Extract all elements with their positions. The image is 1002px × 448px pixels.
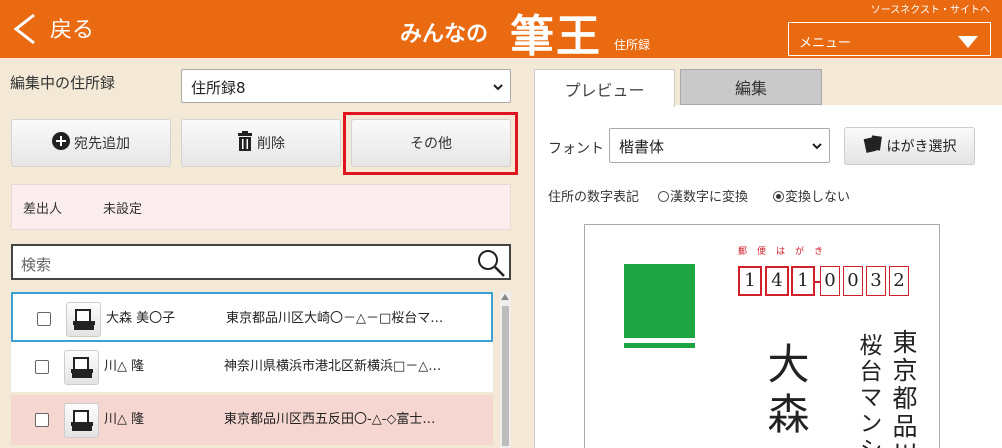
zip-digit: 1 [791,266,815,296]
sourcenext-site-link[interactable]: ソースネクスト・サイトへ [871,1,990,16]
row-action-button[interactable] [64,403,99,438]
numeral-format-label: 住所の数字表記 [548,190,640,205]
zip-digit: 0 [843,266,863,296]
postcard-header-label: 郵便はがき [738,247,834,257]
address-line-1: 東京都品川 [889,329,918,448]
address-book-label: 編集中の住所録 [10,74,116,92]
add-recipient-label: 宛先追加 [74,136,130,152]
menu-dropdown[interactable]: メニュー [788,22,991,56]
address-book-select[interactable]: 住所録8 [181,69,511,103]
delete-label: 削除 [257,136,285,152]
stamp-underline [624,343,695,348]
radio-kanji-dot [658,191,669,202]
contact-address: 東京都品川区大崎〇－△－□桜台マ… [226,311,444,326]
contact-name: 大森 美〇子 [106,311,176,326]
logo-main: 筆王 [510,11,602,62]
radio-no-convert-label: 変換しない [785,190,851,205]
zip-digit: 1 [738,266,762,296]
postcard-preview: 郵便はがき 1 4 1 0 0 3 2 東京都品川 桜台マンシ 大森 [584,224,940,448]
address-book-value: 住所録8 [191,79,246,97]
zip-digit: 3 [866,266,886,296]
row-checkbox[interactable] [35,360,49,374]
address-line-2: 桜台マンシ [855,333,881,448]
plus-circle-icon [52,132,70,154]
sender-panel[interactable]: 差出人 未設定 [11,184,511,230]
address-card-icon [71,410,93,431]
row-action-button[interactable] [64,350,99,385]
scroll-thumb[interactable] [502,306,509,446]
highlight-box [343,112,518,175]
contact-address: 神奈川県横浜市港北区新横浜□－△… [224,359,442,374]
table-row[interactable]: 川△ 隆 神奈川県横浜市港北区新横浜□－△… [11,342,493,392]
tab-preview[interactable]: プレビュー [534,69,675,107]
address-card-icon [73,309,95,330]
recipient-name: 大森 [761,342,810,442]
table-row[interactable]: 川△ 隆 東京都品川区西五反田〇-△-◇富士… [11,395,493,445]
back-chevron-icon[interactable] [10,12,40,50]
radio-no-convert[interactable]: 変換しない [773,186,850,205]
radio-kanji[interactable]: 漢数字に変換 [658,186,748,205]
font-value: 楷書体 [619,138,665,156]
table-row[interactable]: 大森 美〇子 東京都品川区大崎〇－△－□桜台マ… [11,292,493,342]
contact-address: 東京都品川区西五反田〇-△-◇富士… [224,412,436,427]
row-checkbox[interactable] [35,413,49,427]
stamp-area [624,264,695,338]
search-input[interactable]: 検索 [11,244,511,280]
delete-button[interactable]: 削除 [181,119,341,167]
menu-label: メニュー [799,36,852,51]
chevron-down-icon [811,138,823,156]
list-scrollbar[interactable] [500,292,511,448]
logo-sub: 住所録 [614,38,651,52]
contact-name: 川△ 隆 [104,359,145,374]
search-icon[interactable] [476,248,506,282]
select-postcard-button[interactable]: はがき選択 [844,127,975,165]
contact-list: 大森 美〇子 東京都品川区大崎〇－△－□桜台マ… 川△ 隆 神奈川県横浜市港北区… [11,290,511,448]
radio-kanji-label: 漢数字に変換 [670,190,749,205]
address-card-icon [71,357,93,378]
caret-down-icon [958,36,978,48]
zip-digit: 2 [889,266,909,296]
trash-icon [237,131,253,155]
zip-digit: 4 [765,266,789,296]
radio-no-convert-dot [773,191,784,202]
app-header: 戻る みんなの 筆王 住所録 ソースネクスト・サイトへ メニュー [0,0,1002,62]
zip-digit: 0 [820,266,840,296]
add-recipient-button[interactable]: 宛先追加 [11,119,171,167]
tab-edit[interactable]: 編集 [680,69,822,105]
scroll-up-icon[interactable] [501,294,509,300]
back-button[interactable]: 戻る [50,12,94,44]
contact-name: 川△ 隆 [104,412,145,427]
search-placeholder: 検索 [21,256,52,274]
font-select[interactable]: 楷書体 [609,128,830,163]
postcard-icon [863,135,883,157]
font-label: フォント [548,141,604,157]
row-checkbox[interactable] [37,312,51,326]
row-action-button[interactable] [66,302,101,337]
select-postcard-label: はがき選択 [886,139,957,155]
sender-label: 差出人 [23,202,63,217]
logo-prefix: みんなの [400,22,489,47]
sender-value: 未設定 [103,202,143,217]
chevron-down-icon [492,79,504,97]
